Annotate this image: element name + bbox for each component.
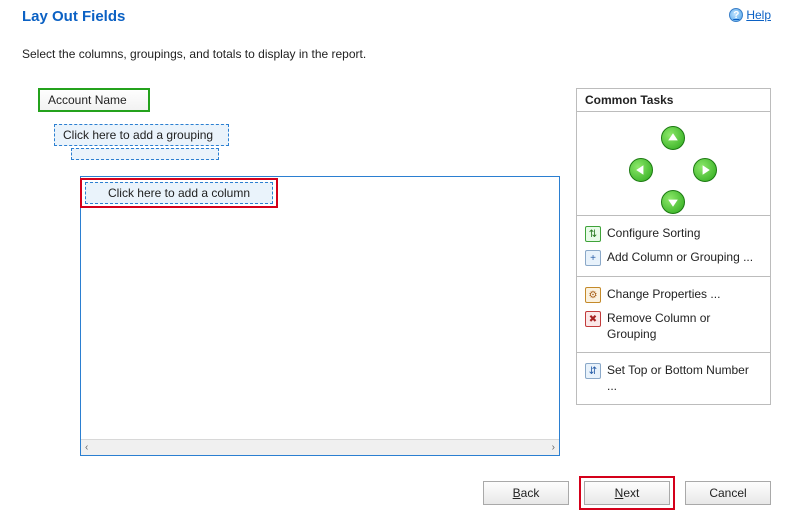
page-title: Lay Out Fields <box>22 8 125 25</box>
move-right-button[interactable] <box>693 158 717 182</box>
move-down-button[interactable] <box>661 190 685 214</box>
configure-sorting-label: Configure Sorting <box>607 226 700 242</box>
help-icon: ? <box>729 8 743 22</box>
next-label-rest: ext <box>623 486 639 500</box>
cancel-button[interactable]: Cancel <box>685 481 771 505</box>
top-bottom-icon: ⇵ <box>585 363 601 379</box>
grouping-sub-placeholder[interactable] <box>71 148 219 160</box>
add-column-icon: + <box>585 250 601 266</box>
move-up-button[interactable] <box>661 126 685 150</box>
columns-canvas[interactable]: ‹ › <box>80 176 560 456</box>
move-arrow-pad <box>577 112 770 216</box>
help-link[interactable]: ? Help <box>729 8 771 22</box>
sort-icon: ⇅ <box>585 226 601 242</box>
arrow-down-icon <box>667 196 679 208</box>
set-top-bottom-link[interactable]: ⇵ Set Top or Bottom Number ... <box>577 359 770 398</box>
scroll-right-icon[interactable]: › <box>552 442 555 453</box>
arrow-up-icon <box>667 132 679 144</box>
help-label: Help <box>746 8 771 22</box>
properties-icon: ⚙ <box>585 287 601 303</box>
configure-sorting-link[interactable]: ⇅ Configure Sorting <box>577 222 770 246</box>
add-column-placeholder[interactable]: Click here to add a column <box>85 182 273 204</box>
move-left-button[interactable] <box>629 158 653 182</box>
instruction-text: Select the columns, groupings, and total… <box>0 25 793 61</box>
change-properties-link[interactable]: ⚙ Change Properties ... <box>577 283 770 307</box>
change-properties-label: Change Properties ... <box>607 287 720 303</box>
remove-column-grouping-link[interactable]: ✖ Remove Column or Grouping <box>577 307 770 346</box>
horizontal-scrollbar[interactable]: ‹ › <box>81 439 559 455</box>
scroll-left-icon[interactable]: ‹ <box>85 442 88 453</box>
arrow-right-icon <box>699 164 711 176</box>
add-column-grouping-link[interactable]: + Add Column or Grouping ... <box>577 246 770 270</box>
next-button-highlight: Next <box>579 476 675 510</box>
set-top-bottom-label: Set Top or Bottom Number ... <box>607 363 762 394</box>
remove-icon: ✖ <box>585 311 601 327</box>
add-grouping-placeholder[interactable]: Click here to add a grouping <box>54 124 229 146</box>
wizard-button-row: Back Next Cancel <box>483 476 771 510</box>
common-tasks-panel: Common Tasks ⇅ Configure Sorting + Add C… <box>576 88 771 405</box>
back-button[interactable]: Back <box>483 481 569 505</box>
add-column-grouping-label: Add Column or Grouping ... <box>607 250 753 266</box>
back-label-rest: ack <box>521 486 540 500</box>
common-tasks-heading: Common Tasks <box>577 89 770 112</box>
account-name-chip[interactable]: Account Name <box>38 88 150 112</box>
next-button[interactable]: Next <box>584 481 670 505</box>
remove-column-grouping-label: Remove Column or Grouping <box>607 311 762 342</box>
arrow-left-icon <box>635 164 647 176</box>
